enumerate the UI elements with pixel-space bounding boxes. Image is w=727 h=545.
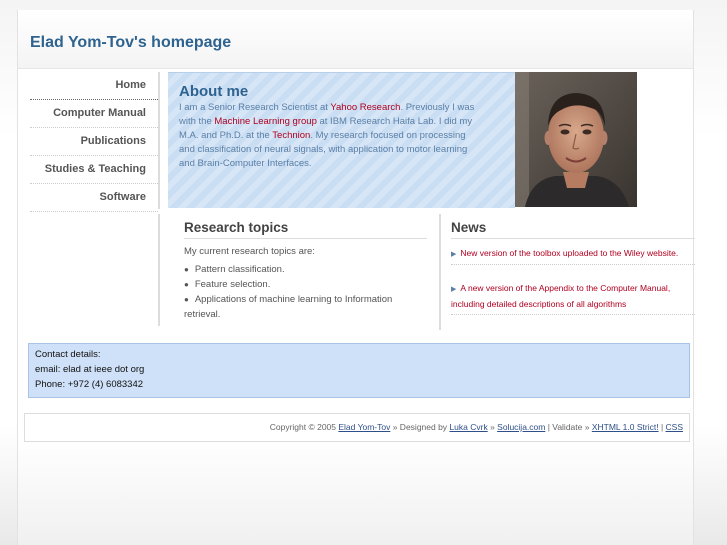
- research-topics-list: ● Pattern classification. ● Feature select…: [184, 262, 420, 322]
- page: Elad Yom-Tov's homepage Home Computer Ma…: [17, 10, 695, 545]
- footer-solucija-link[interactable]: Solucija.com: [497, 422, 545, 432]
- research-heading: Research topics: [184, 220, 427, 239]
- news-section: News ▶ New version of the toolbox uploade…: [439, 214, 695, 330]
- contact-title: Contact details:: [35, 349, 101, 360]
- footer: Copyright © 2005 Elad Yom-Tov » Designed…: [24, 413, 690, 442]
- list-item: ● Applications of machine learning to Inf…: [184, 292, 420, 322]
- about-text-part: I am a Senior Research Scientist at: [179, 102, 331, 113]
- arrow-right-icon: ▶: [451, 286, 457, 293]
- topic-label: Feature selection.: [194, 279, 271, 290]
- news-item[interactable]: ▶ New version of the toolbox uploaded to …: [451, 246, 695, 265]
- footer-designer-link[interactable]: Luka Cvrk: [449, 422, 487, 432]
- contact-details-box: Contact details: email: elad at ieee dot…: [28, 343, 690, 398]
- nav-item-publications[interactable]: Publications: [30, 128, 158, 156]
- bullet-icon: ●: [184, 295, 189, 304]
- about-me-panel: About me I am a Senior Research Scientis…: [168, 72, 515, 208]
- nav-item-software[interactable]: Software: [30, 184, 158, 212]
- footer-text: | Validate »: [545, 422, 592, 432]
- header: Elad Yom-Tov's homepage: [18, 10, 693, 69]
- technion-link[interactable]: Technion: [272, 130, 310, 141]
- news-heading: News: [451, 220, 695, 239]
- topic-label: Applications of machine learning to Info…: [184, 294, 393, 320]
- nav-item-studies-teaching[interactable]: Studies & Teaching: [30, 156, 158, 184]
- sidebar-nav: Home Computer Manual Publications Studie…: [30, 72, 160, 212]
- arrow-right-icon: ▶: [451, 251, 457, 258]
- contact-phone: Phone: +972 (4) 6083342: [35, 379, 144, 390]
- news-item-text: New version of the toolbox uploaded to t…: [460, 248, 679, 258]
- footer-css-link[interactable]: CSS: [666, 422, 683, 432]
- footer-text: |: [658, 422, 666, 432]
- site-title[interactable]: Elad Yom-Tov's homepage: [30, 34, 231, 52]
- news-item[interactable]: ▶ A new version of the Appendix to the Co…: [451, 281, 695, 315]
- footer-text: » Designed by: [390, 422, 450, 432]
- bullet-icon: ●: [184, 265, 189, 274]
- nav-item-home[interactable]: Home: [30, 72, 158, 100]
- news-item-text: A new version of the Appendix to the Com…: [451, 283, 671, 309]
- bullet-icon: ●: [184, 280, 189, 289]
- contact-email: email: elad at ieee dot org: [35, 364, 145, 375]
- footer-copyright: Copyright © 2005: [269, 422, 339, 432]
- yahoo-research-link[interactable]: Yahoo Research: [330, 102, 400, 113]
- research-intro: My current research topics are:: [184, 246, 315, 257]
- footer-xhtml-link[interactable]: XHTML 1.0 Strict!: [592, 422, 659, 432]
- about-heading: About me: [179, 83, 249, 100]
- footer-author-link[interactable]: Elad Yom-Tov: [338, 422, 390, 432]
- profile-photo: [515, 72, 637, 207]
- nav-item-computer-manual[interactable]: Computer Manual: [30, 100, 158, 128]
- research-topics-section: Research topics My current research topi…: [158, 214, 430, 326]
- topic-label: Pattern classification.: [194, 264, 285, 275]
- list-item: ● Pattern classification.: [184, 262, 420, 277]
- about-text: I am a Senior Research Scientist at Yaho…: [179, 101, 479, 171]
- list-item: ● Feature selection.: [184, 277, 420, 292]
- machine-learning-group-link[interactable]: Machine Learning group: [214, 116, 316, 127]
- footer-line: Copyright © 2005 Elad Yom-Tov » Designed…: [270, 422, 683, 432]
- footer-text: »: [487, 422, 498, 432]
- portrait-image: [515, 72, 637, 207]
